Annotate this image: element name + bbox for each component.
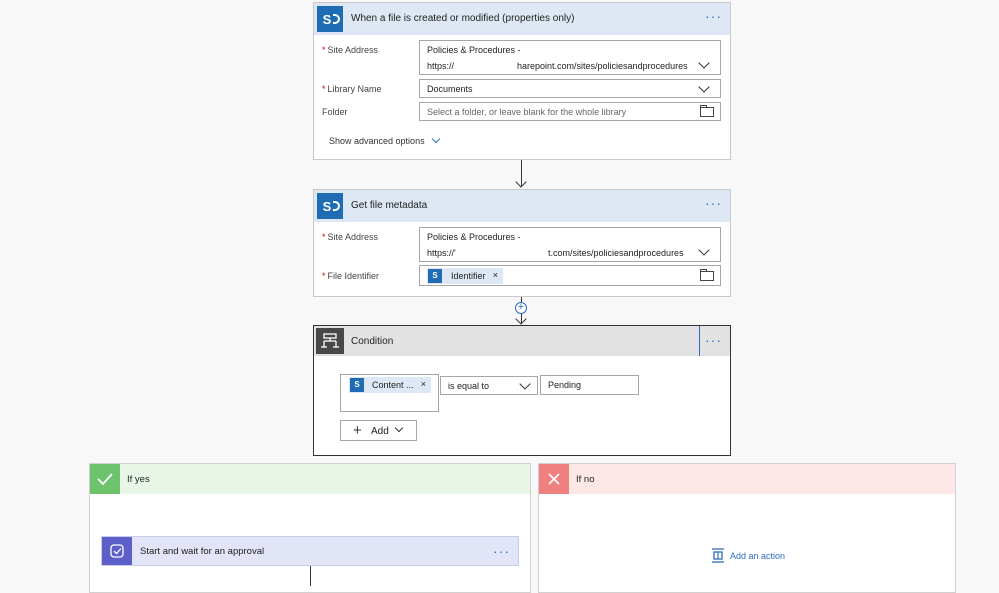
file-identifier-label: * File Identifier bbox=[322, 271, 380, 281]
more-options-icon[interactable]: ··· bbox=[705, 196, 722, 210]
condition-card: Condition ··· S Content ... × is equal t… bbox=[313, 325, 731, 456]
site-address-url-prefix: https://' bbox=[427, 248, 456, 258]
arrow-down-icon bbox=[515, 176, 527, 188]
if-no-header[interactable]: If no bbox=[539, 464, 955, 494]
insert-step-icon[interactable]: + bbox=[515, 302, 527, 314]
condition-left-operand[interactable]: S Content ... × bbox=[340, 374, 439, 412]
library-name-dropdown[interactable]: Documents bbox=[419, 79, 721, 98]
site-address-label: * Site Address bbox=[322, 232, 379, 242]
get-file-metadata-card: S Get file metadata ··· * Site Address Po… bbox=[313, 189, 731, 297]
chevron-down-icon bbox=[698, 244, 710, 256]
connector-line bbox=[310, 566, 311, 586]
condition-icon bbox=[316, 328, 344, 354]
library-name-label: * Library Name bbox=[322, 84, 382, 94]
condition-value-input[interactable]: Pending bbox=[540, 375, 639, 395]
identifier-token-label: Identifier bbox=[451, 271, 486, 281]
condition-menu-divider bbox=[699, 326, 700, 356]
library-name-value: Documents bbox=[427, 84, 473, 94]
condition-operator-dropdown[interactable]: is equal to bbox=[440, 376, 538, 395]
if-no-title: If no bbox=[576, 474, 595, 485]
content-token[interactable]: S Content ... × bbox=[349, 377, 431, 393]
add-button[interactable]: + Add bbox=[340, 420, 417, 441]
sharepoint-icon: S bbox=[428, 269, 442, 283]
remove-token-icon[interactable]: × bbox=[421, 379, 426, 389]
sharepoint-icon: S bbox=[350, 378, 364, 392]
approval-title: Start and wait for an approval bbox=[140, 546, 265, 557]
chevron-down-icon bbox=[431, 134, 440, 144]
condition-title: Condition bbox=[351, 336, 394, 347]
site-address-label: * Site Address bbox=[322, 45, 379, 55]
file-identifier-input[interactable]: S Identifier × bbox=[419, 265, 721, 286]
more-options-icon[interactable]: ··· bbox=[705, 333, 722, 347]
add-an-action-button[interactable]: Add an action bbox=[711, 548, 791, 564]
add-button-label: Add bbox=[371, 426, 389, 437]
add-action-icon bbox=[712, 548, 724, 563]
site-address-dropdown[interactable]: Policies & Procedures - https:// harepoi… bbox=[419, 40, 721, 75]
trigger-card-header[interactable]: S When a file is created or modified (pr… bbox=[314, 3, 730, 35]
sharepoint-icon: S bbox=[317, 193, 343, 219]
if-yes-header[interactable]: If yes bbox=[90, 464, 530, 494]
identifier-token[interactable]: S Identifier × bbox=[427, 268, 503, 284]
more-options-icon[interactable]: ··· bbox=[493, 544, 510, 558]
folder-icon[interactable] bbox=[700, 105, 714, 117]
condition-card-header[interactable]: Condition ··· bbox=[314, 326, 730, 356]
site-address-dropdown[interactable]: Policies & Procedures - https://' t.com/… bbox=[419, 227, 721, 262]
condition-value: Pending bbox=[548, 380, 582, 390]
if-yes-title: If yes bbox=[127, 474, 150, 485]
site-address-name: Policies & Procedures - bbox=[427, 45, 521, 55]
close-icon bbox=[539, 464, 569, 494]
folder-input[interactable]: Select a folder, or leave blank for the … bbox=[419, 102, 721, 121]
plus-icon: + bbox=[353, 422, 362, 439]
chevron-down-icon bbox=[394, 423, 404, 433]
trigger-title: When a file is created or modified (prop… bbox=[351, 13, 575, 24]
site-address-url-suffix: harepoint.com/sites/policiesandprocedure… bbox=[517, 61, 688, 71]
show-advanced-options-link[interactable]: Show advanced options bbox=[329, 134, 440, 146]
sharepoint-icon: S bbox=[317, 6, 343, 32]
checkmark-icon bbox=[90, 464, 120, 494]
site-address-name: Policies & Procedures - bbox=[427, 232, 521, 242]
more-options-icon[interactable]: ··· bbox=[705, 9, 722, 23]
if-no-branch: If no Add an action bbox=[538, 463, 956, 593]
metadata-card-header[interactable]: S Get file metadata ··· bbox=[314, 190, 730, 222]
content-token-label: Content ... bbox=[372, 380, 414, 390]
metadata-title: Get file metadata bbox=[351, 200, 428, 211]
site-address-url-prefix: https:// bbox=[427, 61, 455, 71]
operator-value: is equal to bbox=[448, 381, 490, 391]
site-address-url-suffix: t.com/sites/policiesandprocedures bbox=[548, 248, 684, 258]
chevron-down-icon bbox=[519, 378, 531, 390]
chevron-down-icon bbox=[698, 81, 710, 93]
folder-label: Folder bbox=[322, 107, 348, 117]
add-an-action-label: Add an action bbox=[730, 551, 786, 561]
folder-icon[interactable] bbox=[700, 269, 714, 281]
trigger-card: S When a file is created or modified (pr… bbox=[313, 2, 731, 160]
folder-placeholder: Select a folder, or leave blank for the … bbox=[427, 107, 627, 117]
approval-action-card[interactable]: Start and wait for an approval ··· bbox=[101, 536, 519, 566]
remove-token-icon[interactable]: × bbox=[493, 270, 498, 280]
chevron-down-icon bbox=[698, 57, 710, 69]
arrow-down-icon bbox=[515, 313, 527, 325]
if-yes-branch: If yes Start and wait for an approval ··… bbox=[89, 463, 531, 593]
approval-icon bbox=[102, 537, 132, 565]
